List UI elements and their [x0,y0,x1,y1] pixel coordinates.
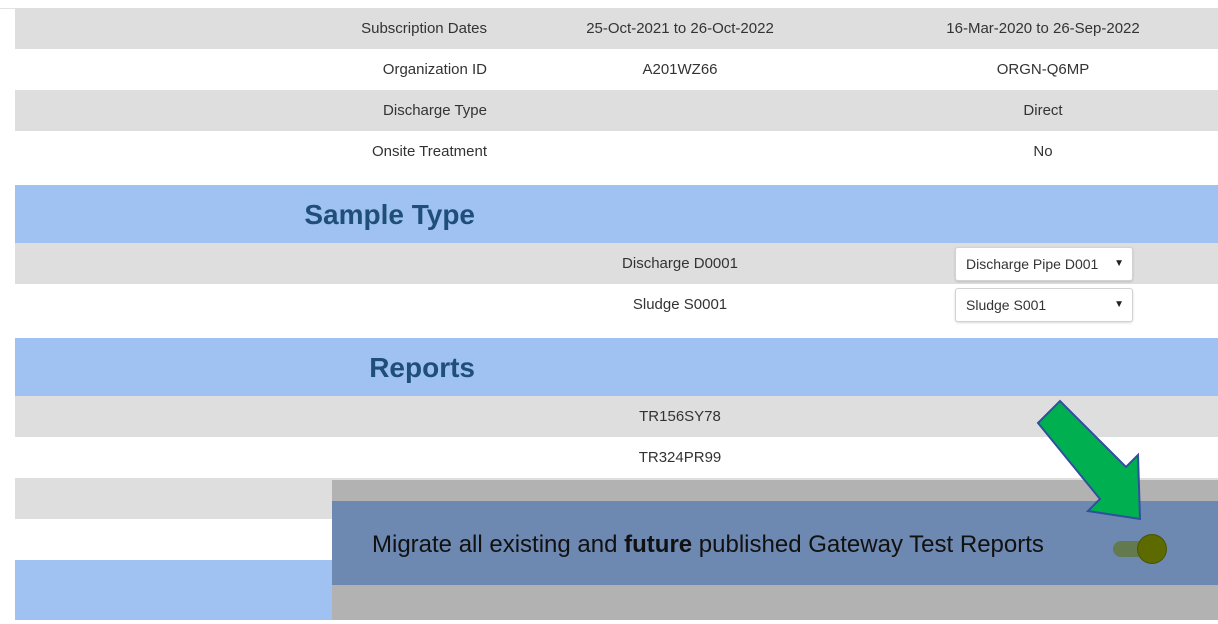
sample-name: Sludge S0001 [632,296,728,313]
report-id: TR324PR99 [638,449,722,466]
detail-value-2: No [1033,143,1053,160]
sample-name: Discharge D0001 [622,255,738,272]
caret-down-icon: ▼ [1114,299,1124,310]
detail-value-2: Direct [1023,102,1063,119]
section-title-sample-type: Sample Type [304,199,475,230]
sample-row-discharge: Discharge D0001 Discharge Pipe D001 ▼ [15,243,1218,284]
select-value: Sludge S001 [966,297,1047,313]
detail-label: Discharge Type [383,102,487,119]
detail-label: Onsite Treatment [371,143,487,160]
sample-row-sludge: Sludge S0001 Sludge S001 ▼ [15,284,1218,325]
reports-header: Reports [15,338,1218,396]
section-title-reports: Reports [369,352,475,383]
detail-value-1 [540,90,820,131]
detail-row-discharge-type: Discharge Type Direct [15,90,1218,131]
toggle-knob[interactable] [1138,535,1166,563]
detail-row-subscription-dates: Subscription Dates 25-Oct-2021 to 26-Oct… [15,8,1218,49]
sample-type-header: Sample Type [15,185,1218,243]
detail-row-onsite-treatment: Onsite Treatment No [15,131,1218,172]
detail-label: Subscription Dates [361,20,487,37]
detail-value-1: A201WZ66 [642,61,718,78]
select-value: Discharge Pipe D001 [966,256,1099,272]
sample-mapping-select-discharge[interactable]: Discharge Pipe D001 ▼ [955,247,1133,281]
migrate-text-part: Migrate all existing and [372,531,625,558]
detail-row-organization-id: Organization ID A201WZ66 ORGN-Q6MP [15,49,1218,90]
detail-value-1: 25-Oct-2021 to 26-Oct-2022 [586,20,774,37]
report-id: TR156SY78 [639,408,721,425]
migrate-text-part: published Gateway Test Reports [692,531,1044,558]
detail-value-2: 16-Mar-2020 to 26-Sep-2022 [946,20,1140,37]
detail-value-1 [540,131,820,172]
overlay-bottom-band [332,585,1218,620]
detail-label: Organization ID [382,61,487,78]
caret-down-icon: ▼ [1114,258,1124,269]
detail-value-2: ORGN-Q6MP [996,61,1090,78]
migrate-text-bold: future [624,531,693,558]
sample-mapping-select-sludge[interactable]: Sludge S001 ▼ [955,288,1133,322]
migrate-text: Migrate all existing and future publishe… [372,531,1044,559]
green-arrow-icon [1036,399,1142,521]
